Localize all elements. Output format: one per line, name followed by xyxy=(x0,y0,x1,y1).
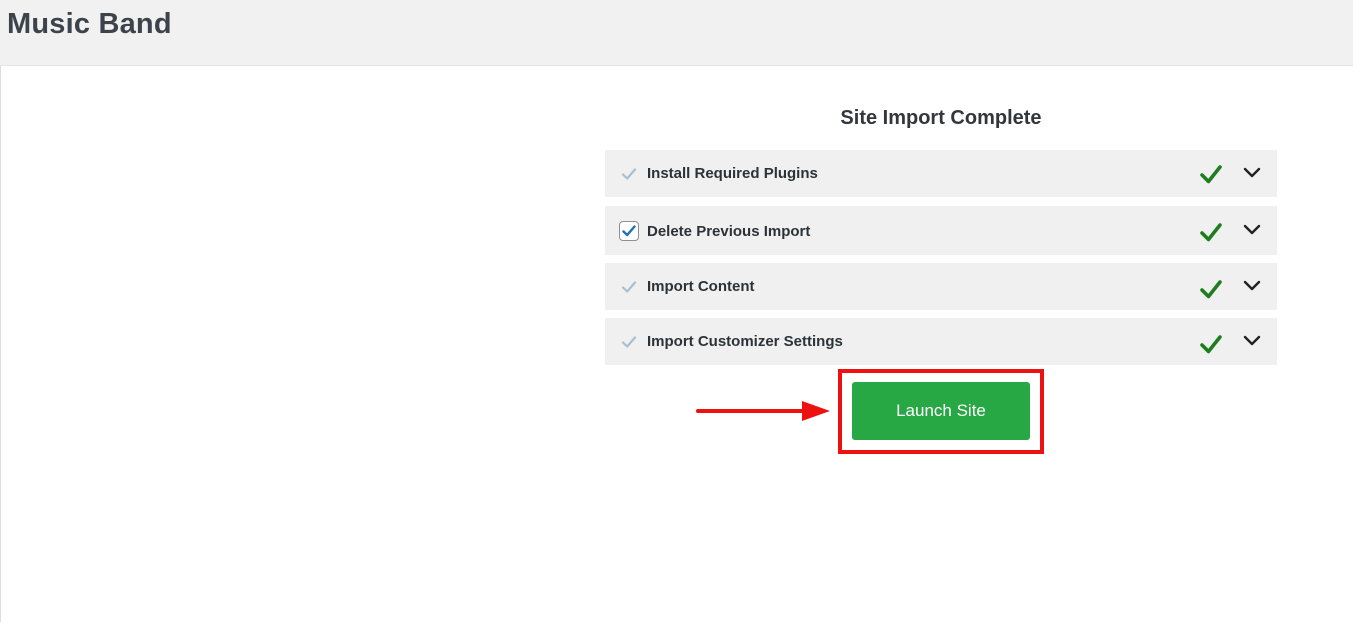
checkbox-checked-icon[interactable] xyxy=(619,221,639,241)
checkbox-check-icon[interactable] xyxy=(619,277,639,297)
step-label: Import Customizer Settings xyxy=(647,333,843,350)
chevron-down-icon[interactable] xyxy=(1242,165,1262,181)
chevron-down-icon[interactable] xyxy=(1242,333,1262,349)
check-icon xyxy=(1199,221,1223,243)
check-icon xyxy=(1199,163,1223,185)
check-icon xyxy=(1199,278,1223,300)
top-bar: Music Band xyxy=(0,0,1353,66)
import-step-customizer-settings: Import Customizer Settings xyxy=(605,318,1277,365)
chevron-down-icon[interactable] xyxy=(1242,222,1262,238)
step-label: Install Required Plugins xyxy=(647,165,818,182)
checkbox-check-icon[interactable] xyxy=(619,332,639,352)
site-title: Music Band xyxy=(7,8,172,40)
launch-site-button[interactable]: Launch Site xyxy=(852,382,1030,440)
step-label: Import Content xyxy=(647,278,755,295)
import-step-install-plugins: Install Required Plugins xyxy=(605,150,1277,197)
import-step-delete-previous: Delete Previous Import xyxy=(605,206,1277,255)
checkbox-check-icon[interactable] xyxy=(619,164,639,184)
step-label: Delete Previous Import xyxy=(647,223,811,240)
panel-title: Site Import Complete xyxy=(840,107,1042,129)
chevron-down-icon[interactable] xyxy=(1242,278,1262,294)
import-step-import-content: Import Content xyxy=(605,263,1277,310)
check-icon xyxy=(1199,333,1223,355)
page-frame xyxy=(0,0,1353,622)
import-panel: Site Import Complete Install Required Pl… xyxy=(605,100,1277,365)
arrow-right-icon xyxy=(696,401,830,421)
